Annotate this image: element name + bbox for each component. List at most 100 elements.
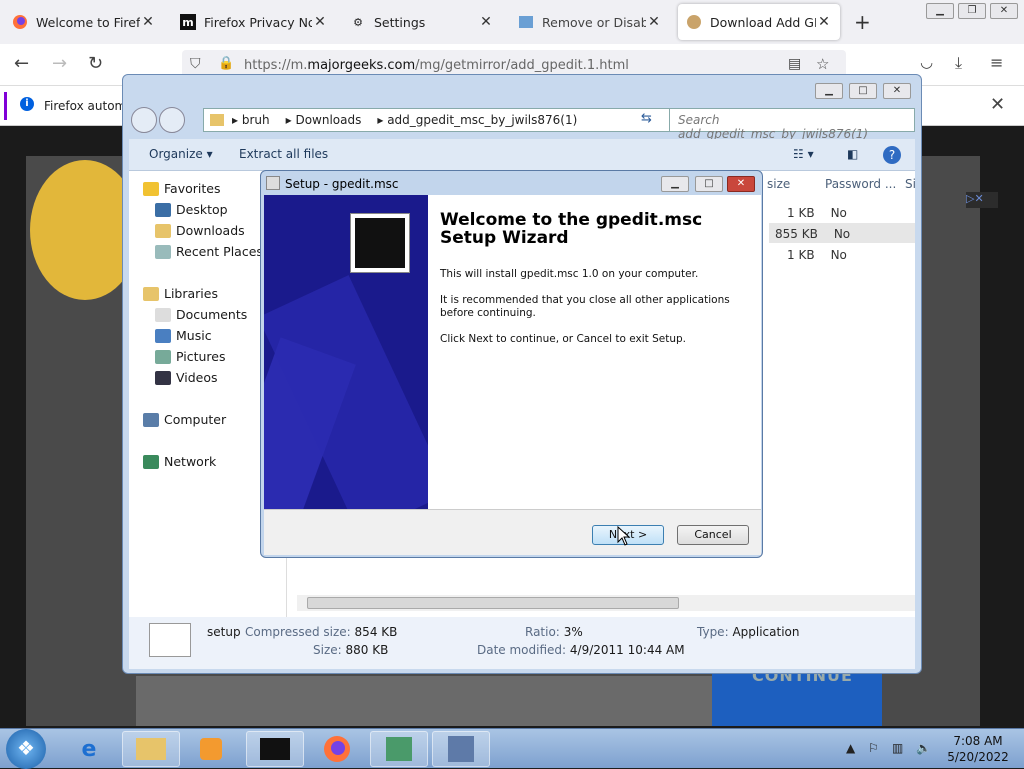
command-prompt-icon[interactable] xyxy=(246,731,304,767)
nav-pictures[interactable]: Pictures xyxy=(155,349,226,364)
libraries-icon xyxy=(143,286,159,301)
horizontal-scrollbar[interactable] xyxy=(297,595,915,611)
reader-view-icon[interactable]: ▤ xyxy=(788,56,801,72)
system-clock[interactable]: 7:08 AM 5/20/2022 xyxy=(938,733,1018,765)
tab-download-gpedit[interactable]: Download Add GPEDI ✕ xyxy=(678,4,840,40)
firefox-taskbar-icon[interactable] xyxy=(308,731,366,767)
maximize-button[interactable]: □ xyxy=(695,176,723,192)
preview-pane-icon[interactable]: ◧ xyxy=(847,147,858,161)
minimize-button[interactable]: ▁ xyxy=(815,83,843,99)
setup-taskbar-icon[interactable] xyxy=(432,731,490,767)
network-tray-icon[interactable]: ▥ xyxy=(892,741,903,755)
cancel-button[interactable]: Cancel xyxy=(677,525,749,545)
wizard-text-continue: Click Next to continue, or Cancel to exi… xyxy=(440,333,686,345)
close-tab-icon[interactable]: ✕ xyxy=(140,14,156,30)
gear-icon: ⚙ xyxy=(353,15,363,29)
setup-app-icon xyxy=(266,176,280,190)
nav-videos[interactable]: Videos xyxy=(155,370,218,385)
column-size[interactable]: size xyxy=(767,177,790,191)
close-tab-icon[interactable]: ✕ xyxy=(646,14,662,30)
setup-file-icon xyxy=(149,623,191,657)
start-button[interactable]: ❖ xyxy=(6,729,46,769)
close-window-button[interactable]: ✕ xyxy=(727,176,755,192)
videos-icon xyxy=(155,370,171,385)
nav-computer[interactable]: Computer xyxy=(143,412,226,427)
minimize-button[interactable]: ▁ xyxy=(661,176,689,192)
close-tab-icon[interactable]: ✕ xyxy=(478,14,494,30)
wizard-footer: Next > Cancel xyxy=(264,509,761,555)
pocket-icon[interactable]: ◡ xyxy=(920,53,933,71)
firefox-icon xyxy=(12,14,28,30)
tab-remove-disable[interactable]: Remove or Disable Sl ✕ xyxy=(510,4,670,40)
shield-icon[interactable]: ⛉ xyxy=(190,56,201,72)
restore-button[interactable]: ❐ xyxy=(958,3,986,19)
close-window-button[interactable]: ✕ xyxy=(883,83,911,99)
forward-arrow-icon[interactable] xyxy=(159,107,185,133)
maximize-button[interactable]: □ xyxy=(849,83,877,99)
bookmark-star-icon[interactable]: ☆ xyxy=(816,55,829,73)
organize-button[interactable]: Organize ▾ xyxy=(149,147,213,161)
search-input[interactable]: Search add_gpedit_msc_by_jwils876(1) xyxy=(669,108,915,141)
download-icon[interactable]: ⤓ xyxy=(955,53,962,73)
nav-desktop[interactable]: Desktop xyxy=(155,202,228,217)
search-placeholder: Search add_gpedit_msc_by_jwils876(1) xyxy=(678,113,869,141)
breadcrumb[interactable]: ▸ bruh xyxy=(232,113,270,127)
wizard-text-recommend: It is recommended that you close all oth… xyxy=(440,294,730,319)
tab-title: Firefox Privacy Notice xyxy=(204,14,312,30)
archive-tool-icon[interactable] xyxy=(370,731,428,767)
page-icon xyxy=(686,14,702,30)
file-explorer-taskbar-icon[interactable] xyxy=(122,731,180,767)
column-size-short[interactable]: Si xyxy=(905,177,916,191)
setup-wizard-dialog: Setup - gpedit.msc ▁ □ ✕ Welcome to the … xyxy=(260,170,763,558)
table-row[interactable]: 1 KB No xyxy=(787,248,847,262)
nav-documents[interactable]: Documents xyxy=(155,307,247,322)
clock-time: 7:08 AM xyxy=(953,734,1003,748)
tab-welcome[interactable]: Welcome to Firefox ✕ xyxy=(4,4,164,40)
nav-libraries[interactable]: Libraries xyxy=(143,286,218,301)
info-icon: i xyxy=(20,97,34,111)
scrollbar-thumb[interactable] xyxy=(307,597,679,609)
nav-network[interactable]: Network xyxy=(143,454,216,469)
action-center-flag-icon[interactable]: ⚐ xyxy=(868,741,879,755)
back-arrow-icon[interactable]: ← xyxy=(14,53,29,74)
forward-arrow-icon[interactable]: → xyxy=(52,53,67,74)
close-tab-icon[interactable]: ✕ xyxy=(816,14,832,30)
close-tab-icon[interactable]: ✕ xyxy=(312,14,328,30)
music-icon xyxy=(155,328,171,343)
extract-all-button[interactable]: Extract all files xyxy=(239,147,328,161)
wizard-text-install: This will install gpedit.msc 1.0 on your… xyxy=(440,268,699,280)
back-arrow-icon[interactable] xyxy=(131,107,157,133)
table-row[interactable]: 855 KB No xyxy=(769,223,915,243)
tab-settings[interactable]: ⚙ Settings ✕ xyxy=(342,4,502,40)
tab-privacy-notice[interactable]: m Firefox Privacy Notice ✕ xyxy=(172,4,336,40)
refresh-icon[interactable]: ⇆ xyxy=(641,111,652,126)
breadcrumb[interactable]: ▸ add_gpedit_msc_by_jwils876(1) xyxy=(377,113,577,127)
notification-accent xyxy=(4,92,7,120)
close-window-button[interactable]: ✕ xyxy=(990,3,1018,19)
new-tab-button[interactable]: + xyxy=(854,10,871,34)
lock-icon[interactable]: 🔒 xyxy=(218,56,234,71)
recent-places-icon xyxy=(155,244,171,259)
nav-favorites[interactable]: Favorites xyxy=(143,181,220,196)
wizard-body: Welcome to the gpedit.msc Setup Wizard T… xyxy=(264,195,761,509)
ad-choices-icon[interactable]: ▷✕ xyxy=(966,192,998,208)
nav-recent-places[interactable]: Recent Places xyxy=(155,244,263,259)
minimize-button[interactable]: ▁ xyxy=(926,3,954,19)
media-player-icon[interactable] xyxy=(182,731,240,767)
help-icon[interactable]: ? xyxy=(883,146,901,164)
network-icon xyxy=(143,454,159,469)
close-icon[interactable]: ✕ xyxy=(990,94,1005,115)
nav-downloads[interactable]: Downloads xyxy=(155,223,245,238)
clock-date: 5/20/2022 xyxy=(947,750,1009,764)
menu-icon[interactable]: ≡ xyxy=(990,53,1003,72)
show-hidden-icons-icon[interactable]: ▲ xyxy=(846,741,855,755)
view-options-icon[interactable]: ☷ ▾ xyxy=(793,147,814,161)
column-password[interactable]: Password ... xyxy=(825,177,896,191)
tab-title: Download Add GPEDI xyxy=(710,14,816,30)
volume-muted-icon[interactable]: 🔈 xyxy=(916,741,931,755)
reload-icon[interactable]: ↻ xyxy=(88,53,103,74)
internet-explorer-icon[interactable]: e xyxy=(60,731,118,767)
nav-music[interactable]: Music xyxy=(155,328,212,343)
breadcrumb[interactable]: ▸ Downloads xyxy=(286,113,362,127)
table-row[interactable]: 1 KB No xyxy=(787,206,847,220)
